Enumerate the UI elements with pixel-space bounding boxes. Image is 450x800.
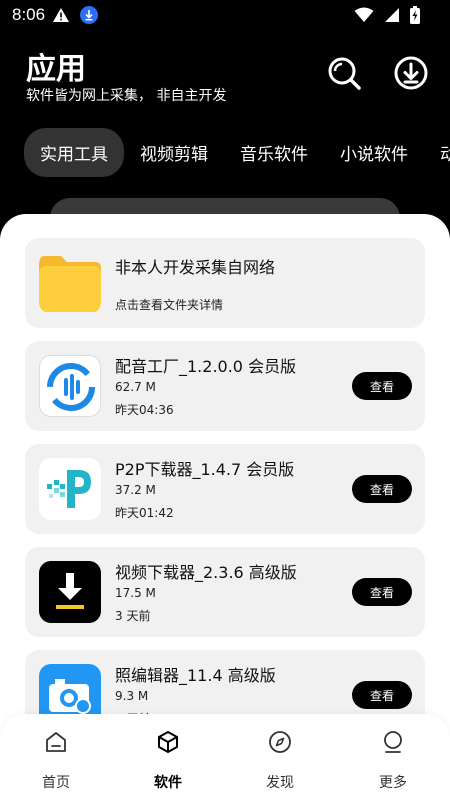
nav-discover-label: 发现 xyxy=(266,775,294,791)
view-button[interactable]: 查看 xyxy=(352,681,412,709)
nav-discover[interactable]: 发现 xyxy=(250,730,310,792)
app-size: 62.7 M xyxy=(115,380,156,394)
search-button[interactable] xyxy=(326,55,362,91)
nav-more-label: 更多 xyxy=(379,775,407,791)
tab-tools[interactable]: 实用工具 xyxy=(24,128,124,177)
folder-hint: 点击查看文件夹详情 xyxy=(115,298,224,312)
app-time: 昨天04:36 xyxy=(115,403,174,417)
folder-card[interactable]: 非本人开发采集自网络 点击查看文件夹详情 xyxy=(25,238,425,328)
nav-software-label: 软件 xyxy=(154,775,182,791)
compass-icon xyxy=(269,731,291,753)
more-icon xyxy=(384,731,402,753)
view-button[interactable]: 查看 xyxy=(352,372,412,400)
warning-icon xyxy=(53,8,69,22)
view-button[interactable]: 查看 xyxy=(352,578,412,606)
download-icon xyxy=(394,56,428,90)
app-card[interactable]: 视频下载器_2.3.6 高级版 17.5 M 3 天前 查看 xyxy=(25,547,425,637)
app-name: P2P下载器_1.4.7 会员版 xyxy=(115,460,295,479)
nav-software[interactable]: 软件 xyxy=(138,730,198,792)
video-downloader-icon xyxy=(39,561,101,623)
folder-title: 非本人开发采集自网络 xyxy=(115,258,276,277)
app-name: 照编辑器_11.4 高级版 xyxy=(115,666,276,685)
battery-icon xyxy=(410,6,420,24)
signal-icon xyxy=(385,8,399,22)
view-button[interactable]: 查看 xyxy=(352,475,412,503)
nav-home-label: 首页 xyxy=(42,775,70,791)
folder-icon xyxy=(39,252,101,314)
wifi-icon xyxy=(354,7,374,22)
app-size: 17.5 M xyxy=(115,586,156,600)
app-name: 视频下载器_2.3.6 高级版 xyxy=(115,563,297,582)
dubbing-factory-icon xyxy=(39,355,101,417)
app-size: 37.2 M xyxy=(115,483,156,497)
app-screen: 8:06 应用 软件皆为网上采集， 非自主开发 实用工具 视频剪辑 音乐软件 小… xyxy=(0,0,450,800)
nav-more[interactable]: 更多 xyxy=(363,730,423,792)
download-button[interactable] xyxy=(393,55,429,91)
category-tabs: 实用工具 视频剪辑 音乐软件 小说软件 动 xyxy=(24,128,450,177)
app-card[interactable]: 配音工厂_1.2.0.0 会员版 62.7 M 昨天04:36 查看 xyxy=(25,341,425,431)
app-time: 昨天01:42 xyxy=(115,506,174,520)
app-time: 3 天前 xyxy=(115,609,151,623)
search-icon xyxy=(328,57,361,90)
app-size: 9.3 M xyxy=(115,689,149,703)
home-icon xyxy=(46,732,66,752)
tab-novel[interactable]: 小说软件 xyxy=(324,128,424,177)
tab-video-editing[interactable]: 视频剪辑 xyxy=(124,128,224,177)
status-bar: 8:06 xyxy=(0,0,450,32)
content-sheet: 非本人开发采集自网络 点击查看文件夹详情 配音工厂_1.2.0.0 会员版 62… xyxy=(0,214,450,754)
page-title: 应用 xyxy=(26,52,86,87)
page-subtitle: 软件皆为网上采集， 非自主开发 xyxy=(26,88,227,104)
p2p-downloader-icon xyxy=(39,458,101,520)
status-time: 8:06 xyxy=(12,5,46,24)
tab-more-partial[interactable]: 动 xyxy=(424,128,450,177)
app-name: 配音工厂_1.2.0.0 会员版 xyxy=(115,357,297,376)
tab-music[interactable]: 音乐软件 xyxy=(224,128,324,177)
nav-home[interactable]: 首页 xyxy=(26,730,86,792)
download-notification-icon xyxy=(80,6,98,24)
bottom-navigation: 首页 软件 发现 更多 xyxy=(0,714,450,800)
box-icon xyxy=(158,731,178,753)
app-card[interactable]: P2P下载器_1.4.7 会员版 37.2 M 昨天01:42 查看 xyxy=(25,444,425,534)
